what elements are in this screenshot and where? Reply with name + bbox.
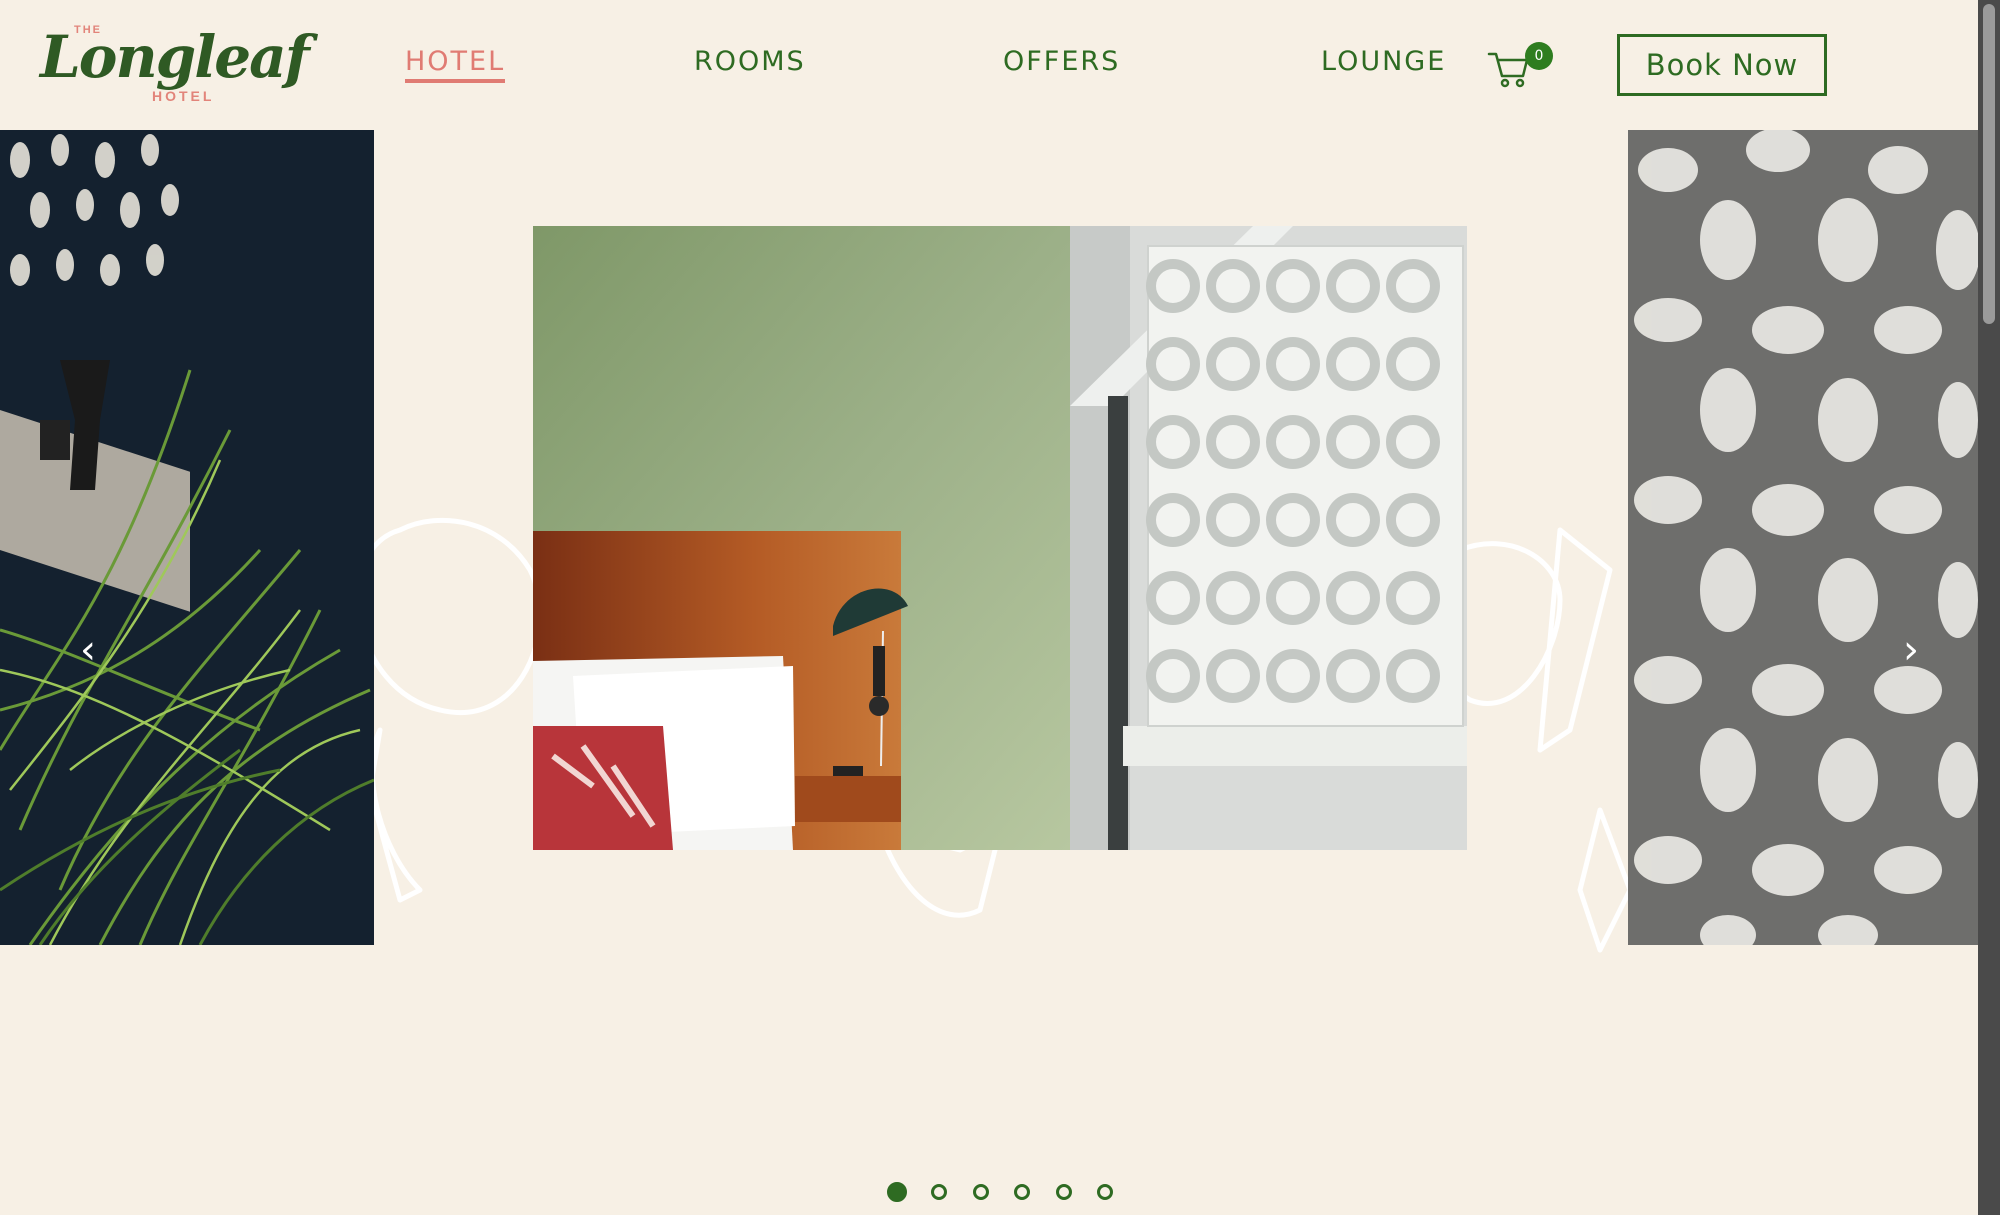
carousel-dot-2[interactable] — [931, 1184, 947, 1200]
carousel-next-button[interactable]: › — [1891, 620, 1931, 680]
cart-count-badge: 0 — [1525, 42, 1553, 70]
carousel-dot-4[interactable] — [1014, 1184, 1030, 1200]
nav-item-rooms[interactable]: ROOMS — [694, 46, 806, 77]
slide-image-hotel-room — [533, 226, 1467, 850]
nav-item-lounge[interactable]: LOUNGE — [1321, 46, 1446, 77]
chevron-right-icon: › — [1903, 627, 1919, 673]
cart-button[interactable]: 0 — [1487, 40, 1553, 90]
logo[interactable]: THE Longleaf HOTEL — [40, 22, 310, 104]
scrollbar-thumb[interactable] — [1983, 4, 1995, 324]
carousel-pagination — [887, 1182, 1117, 1204]
site-header: THE Longleaf HOTEL HOTEL ROOMS OFFERS LO… — [0, 0, 1978, 130]
carousel-dot-3[interactable] — [973, 1184, 989, 1200]
chevron-left-icon: ‹ — [80, 627, 96, 673]
carousel-prev-button[interactable]: ‹ — [68, 620, 108, 680]
image-carousel: ‹ › — [0, 130, 1978, 1215]
carousel-slide-next[interactable] — [1628, 130, 1978, 945]
nav-item-offers[interactable]: OFFERS — [1003, 46, 1120, 77]
slide-image-sconce-grass — [0, 130, 374, 945]
carousel-slide-prev[interactable] — [0, 130, 374, 945]
page-scrollbar[interactable] — [1978, 0, 2000, 1215]
carousel-dot-1[interactable] — [887, 1182, 907, 1202]
carousel-dot-6[interactable] — [1097, 1184, 1113, 1200]
nav-item-hotel[interactable]: HOTEL — [405, 46, 506, 83]
carousel-slide-active[interactable] — [533, 226, 1467, 850]
slide-image-shadow-wall — [1628, 130, 1978, 945]
logo-hotel: HOTEL — [152, 88, 215, 104]
logo-brand: Longleaf — [40, 23, 310, 91]
carousel-dot-5[interactable] — [1056, 1184, 1072, 1200]
book-now-button[interactable]: Book Now — [1617, 34, 1827, 96]
page: THE Longleaf HOTEL HOTEL ROOMS OFFERS LO… — [0, 0, 2000, 1215]
